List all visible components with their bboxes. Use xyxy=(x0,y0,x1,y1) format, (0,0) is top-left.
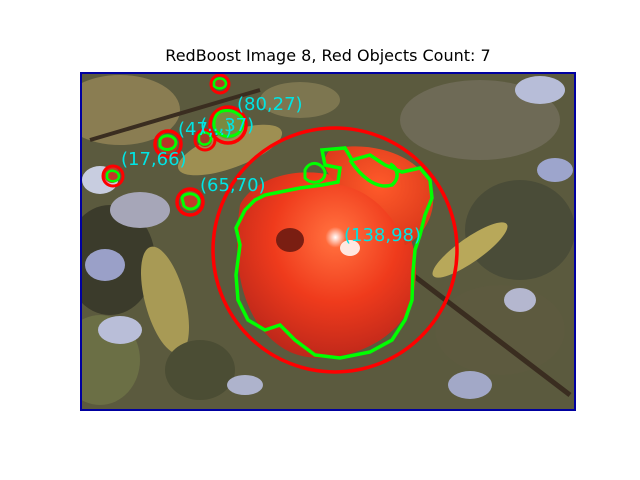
figure: RedBoost Image 8, Red Objects Count: 7 (… xyxy=(0,0,640,480)
label-37: (..,37) xyxy=(200,115,254,136)
label-17-66: (17,66) xyxy=(121,149,187,170)
label-138-98: (138,98) xyxy=(344,225,421,246)
photo-background xyxy=(81,73,575,410)
image-plot: (80,27) (138,98) (65,70) (17,66) (47,..)… xyxy=(80,72,576,411)
label-65-70: (65,70) xyxy=(200,175,266,196)
label-80-27: (80,27) xyxy=(237,94,303,115)
